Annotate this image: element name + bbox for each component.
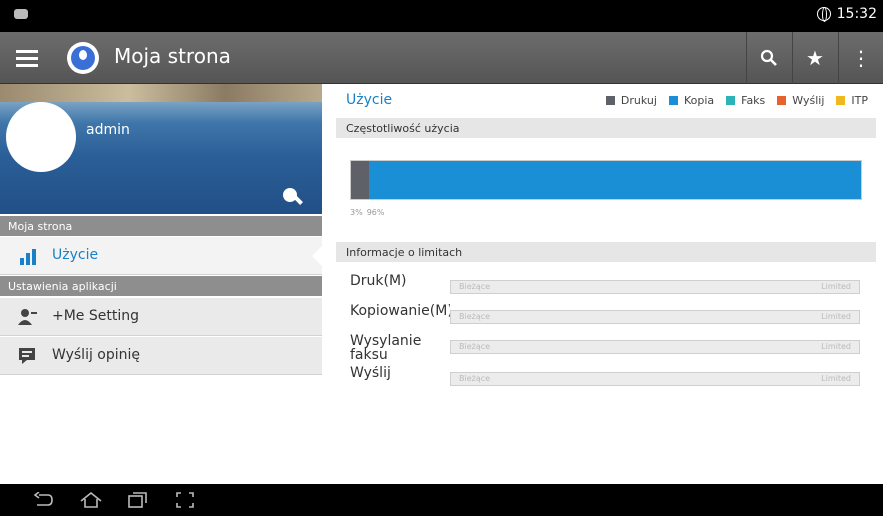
back-icon[interactable] [34,492,54,508]
sidebar-item-me-setting[interactable]: +Me Setting [0,298,322,336]
bar-chart-icon [18,247,38,265]
legend-item: Kopia [668,94,715,107]
bar-segment-print [351,161,369,199]
legend-label: Faks [741,94,766,107]
limit-bar: Bieżące Limited [450,280,860,294]
recent-apps-icon[interactable] [128,492,148,508]
search-icon [760,49,777,66]
sidebar: admin Moja strona Użycie Ustawienia apli… [0,84,323,376]
usage-title: Użycie [346,92,393,108]
sidebar-item-label: +Me Setting [52,308,140,324]
profile-icon [67,42,99,74]
action-bar: Moja strona ★ ⋮ [0,32,883,84]
section-header-appsettings: Ustawienia aplikacji [0,276,322,296]
legend-label: ITP [851,94,868,107]
limit-label: Wysylanie faksu [350,334,422,363]
legend-label: Drukuj [620,94,657,107]
page-title: Moja strona [114,44,231,68]
system-nav-bar [0,484,883,516]
limit-label: Kopiowanie(M) [350,304,450,319]
star-icon: ★ [806,46,824,70]
limit-row: Kopiowanie(M) Bieżące Limited [336,304,876,334]
avatar[interactable] [6,102,76,172]
clock: 15:32 [836,6,877,22]
user-settings-icon [18,309,37,325]
limit-status: Limited [821,282,851,291]
limit-status: Limited [821,342,851,351]
sidebar-item-label: Wyślij opinię [52,347,141,363]
usage-percent-labels: 3% 96% [350,208,384,217]
limit-status: Limited [821,312,851,321]
limit-bar: Bieżące Limited [450,310,860,324]
screenshot-icon[interactable] [176,492,194,508]
limit-current: Bieżące [459,342,491,351]
limits-header: Informacje o limitach [336,242,876,262]
more-vert-icon: ⋮ [851,46,871,70]
legend-item: Drukuj [605,94,657,107]
limit-current: Bieżące [459,282,491,291]
legend-item: ITP [836,94,868,107]
percent-print: 3% [350,208,363,217]
legend-swatch [605,96,615,105]
bar-segment-copy [368,161,861,199]
overflow-menu-button[interactable]: ⋮ [838,32,883,84]
limit-current: Bieżące [459,374,491,383]
limit-row: Wysylanie faksu Bieżące Limited [336,334,876,364]
limit-label: Wyślij [350,366,391,381]
limit-row: Druk(M) Bieżące Limited [336,274,876,304]
menu-icon[interactable] [10,40,46,76]
percent-copy: 96% [366,208,385,217]
key-icon[interactable] [283,188,297,202]
status-bar: 15:32 [0,0,883,32]
limit-current: Bieżące [459,312,491,321]
limit-label: Druk(M) [350,274,407,289]
legend-item: Wyślij [777,94,824,107]
feedback-icon [19,348,35,364]
legend-swatch [668,96,678,105]
legend-swatch [836,96,846,105]
search-button[interactable] [746,32,791,84]
favorite-button[interactable]: ★ [792,32,837,84]
sidebar-item-label: Użycie [52,247,99,263]
usage-frequency-bar [350,160,862,200]
frequency-header: Częstotliwość użycia [336,118,876,138]
legend-swatch [726,96,736,105]
legend-swatch [777,96,787,105]
section-header-mypage: Moja strona [0,216,322,236]
globe-icon [816,7,831,22]
profile-header: admin [0,84,322,214]
sidebar-item-feedback[interactable]: Wyślij opinię [0,337,322,375]
username: admin [86,122,130,138]
limit-status: Limited [821,374,851,383]
limit-row: Wyślij Bieżące Limited [336,366,876,396]
notification-icon [14,9,28,19]
sidebar-item-usage[interactable]: Użycie [0,237,323,275]
limit-bar: Bieżące Limited [450,340,860,354]
legend-label: Wyślij [792,94,825,107]
home-icon[interactable] [80,492,102,508]
legend-label: Kopia [683,94,715,107]
limit-bar: Bieżące Limited [450,372,860,386]
legend-item: Faks [726,94,765,107]
selection-notch [312,245,323,267]
legend: Drukuj Kopia Faks Wyślij ITP [605,94,868,107]
background-image [0,84,322,102]
